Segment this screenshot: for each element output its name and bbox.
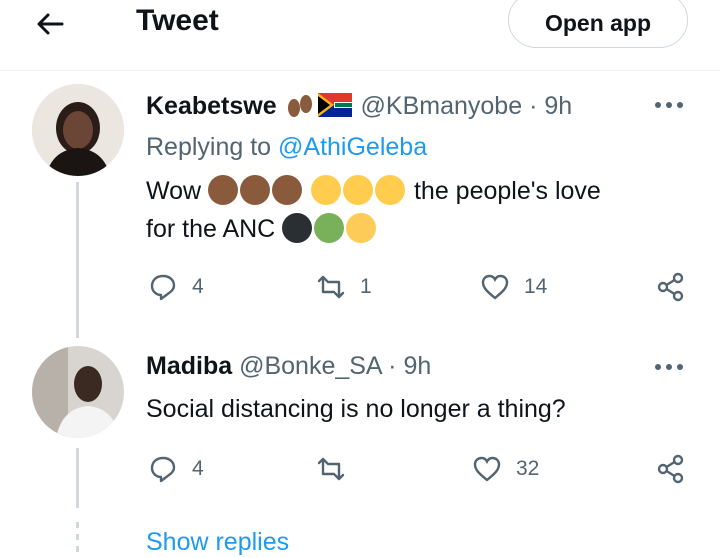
tweet-header: Keabetswe @KBmanyobe · 9h (146, 90, 572, 121)
like-button[interactable]: 32 (472, 454, 539, 484)
reply-button[interactable]: 4 (148, 454, 204, 484)
author-name[interactable]: Keabetswe (146, 92, 277, 120)
show-replies-link[interactable]: Show replies (146, 528, 289, 557)
retweet-icon (317, 275, 345, 299)
author-handle[interactable]: @KBmanyobe (361, 92, 523, 120)
surprised-face-emoji (311, 175, 342, 205)
surprised-face-emoji (343, 175, 374, 205)
fist-emoji (272, 175, 303, 205)
reply-count: 4 (192, 457, 204, 480)
black-heart-emoji (282, 213, 313, 243)
replying-handle-link[interactable]: @AthiGeleba (278, 133, 427, 161)
separator-dot: · (529, 92, 538, 120)
top-bar: Tweet Open app (0, 0, 720, 71)
heart-icon (481, 274, 509, 300)
fist-emoji (208, 175, 239, 205)
like-count: 32 (516, 457, 540, 480)
footprints-emoji (284, 90, 316, 120)
tweet-text-part: the people's love (413, 177, 601, 205)
thread-line (76, 448, 79, 508)
tweet-text-part: Social distancing is no longer a thing? (146, 395, 566, 423)
more-options-icon[interactable] (654, 363, 684, 371)
retweet-button[interactable]: 1 (316, 272, 372, 302)
retweet-button[interactable] (316, 454, 360, 484)
yellow-heart-emoji (346, 213, 377, 243)
thread-dots (76, 522, 79, 558)
share-icon (657, 454, 684, 484)
tweet-text-part: for the ANC (146, 215, 276, 243)
south-africa-flag-emoji (317, 93, 352, 117)
surprised-face-emoji (375, 175, 406, 205)
timestamp[interactable]: 9h (544, 92, 572, 120)
separator-dot: · (388, 352, 397, 380)
tweet-text: Social distancing is no longer a thing? (146, 395, 566, 424)
like-button[interactable]: 14 (480, 272, 547, 302)
tweet-text-part: Wow (146, 177, 202, 205)
reply-icon (150, 274, 176, 301)
share-button[interactable] (656, 454, 686, 484)
author-name[interactable]: Madiba (146, 352, 232, 380)
more-options-icon[interactable] (654, 101, 684, 109)
back-arrow-icon[interactable] (32, 6, 68, 42)
thread-line (76, 182, 79, 338)
share-icon (657, 272, 684, 302)
open-app-button[interactable]: Open app (508, 0, 688, 48)
green-heart-emoji (314, 213, 345, 243)
reply-count: 4 (192, 275, 204, 298)
heart-icon (473, 456, 501, 482)
page-title: Tweet (136, 4, 219, 37)
author-handle[interactable]: @Bonke_SA (239, 352, 381, 380)
replying-to: Replying to @AthiGeleba (146, 133, 427, 162)
avatar[interactable] (32, 84, 124, 176)
share-button[interactable] (656, 272, 686, 302)
reply-icon (150, 456, 176, 483)
retweet-count: 1 (360, 275, 372, 298)
avatar[interactable] (32, 346, 124, 438)
tweet-text: Wow the people's love (146, 175, 601, 206)
like-count: 14 (524, 275, 548, 298)
tweet-header: Madiba @Bonke_SA · 9h (146, 352, 431, 381)
retweet-icon (317, 457, 345, 481)
replying-prefix: Replying to (146, 133, 272, 161)
tweet-text-line2: for the ANC (146, 213, 378, 244)
timestamp[interactable]: 9h (403, 352, 431, 380)
reply-button[interactable]: 4 (148, 272, 204, 302)
fist-emoji (240, 175, 271, 205)
